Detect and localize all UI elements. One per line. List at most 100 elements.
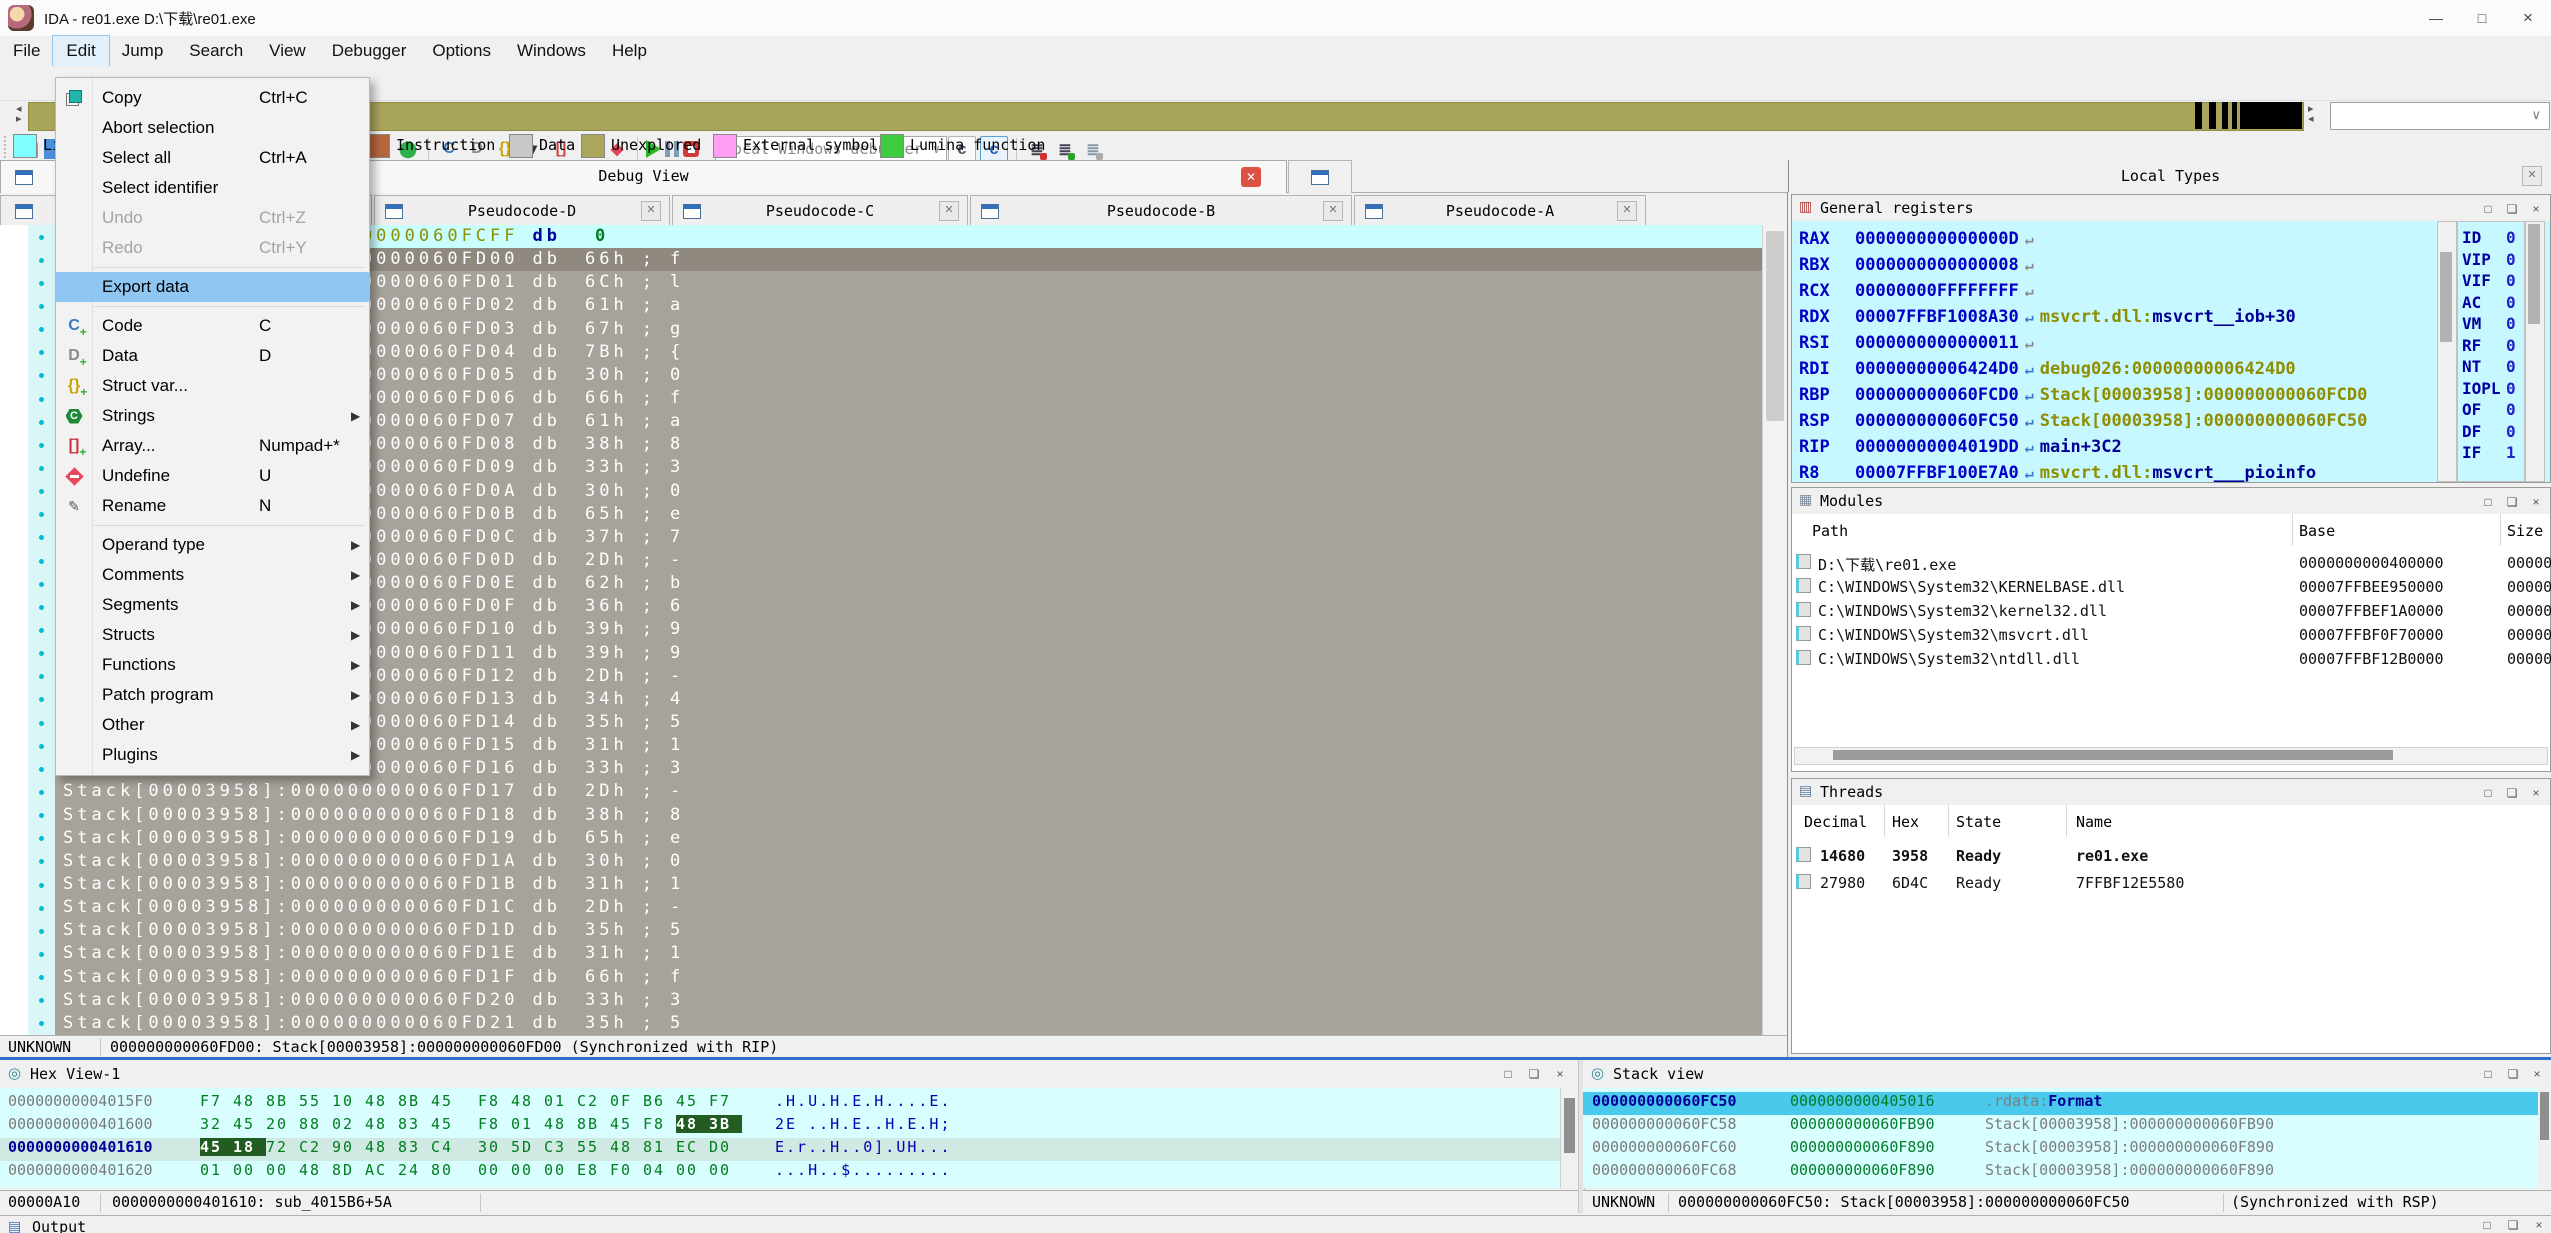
menu-item-comments[interactable]: Comments▶ bbox=[56, 560, 369, 590]
menu-item-undefine[interactable]: UndefineU bbox=[56, 461, 369, 491]
maximize-button[interactable]: □ bbox=[2459, 0, 2505, 36]
float-panel-icon[interactable]: ❏ bbox=[1524, 1065, 1544, 1083]
menu-item-patch-program[interactable]: Patch program▶ bbox=[56, 680, 369, 710]
listing-row[interactable]: Stack[00003958]:000000000060FD1Edb31h;1 bbox=[55, 942, 1762, 965]
maximize-panel-icon[interactable]: □ bbox=[2477, 1216, 2497, 1233]
threads-col-decimal[interactable]: Decimal bbox=[1804, 813, 1867, 831]
flag-row[interactable]: DF0 bbox=[2462, 422, 2481, 441]
float-panel-icon[interactable]: ❏ bbox=[2502, 784, 2522, 802]
maximize-panel-icon[interactable]: □ bbox=[2478, 200, 2498, 218]
hex-view-header[interactable]: ◎ Hex View-1 □ ❏ × bbox=[0, 1060, 1578, 1089]
close-panel-icon[interactable]: × bbox=[1550, 1065, 1570, 1083]
navband-left-arrow-icon[interactable]: ◂▸ bbox=[16, 104, 22, 124]
flag-row[interactable]: AC0 bbox=[2462, 293, 2481, 312]
stack-row[interactable]: 000000000060FC60000000000060F890Stack[00… bbox=[1583, 1138, 2538, 1161]
stack-dump[interactable]: 000000000060FC500000000000405016.rdata:F… bbox=[1583, 1088, 2538, 1188]
threads-header[interactable]: ▤ Threads □ ❏ × bbox=[1792, 779, 2550, 806]
close-icon[interactable]: ✕ bbox=[2522, 166, 2542, 186]
menu-item-rename[interactable]: ✎RenameN bbox=[56, 491, 369, 521]
flag-row[interactable]: ID0 bbox=[2462, 228, 2481, 247]
output-bar[interactable]: ▤ Output □ ❏ × bbox=[0, 1215, 2551, 1233]
listing-row[interactable]: Stack[00003958]:000000000060FD1Ddb35h;5 bbox=[55, 919, 1762, 942]
jump-arrow-icon[interactable]: ↵ bbox=[2025, 438, 2034, 456]
menu-item-segments[interactable]: Segments▶ bbox=[56, 590, 369, 620]
menu-file[interactable]: File bbox=[0, 36, 53, 66]
listing-row[interactable]: Stack[00003958]:000000000060FD17db2Dh;- bbox=[55, 780, 1762, 803]
menu-item-plugins[interactable]: Plugins▶ bbox=[56, 740, 369, 770]
jump-arrow-icon[interactable]: ↵ bbox=[2025, 360, 2034, 378]
jump-arrow-icon[interactable]: ↵ bbox=[2025, 386, 2034, 404]
hex-dump[interactable]: 00000000004015F0F7488B5510488B45F84801C2… bbox=[0, 1088, 1560, 1188]
menu-item-abort-selection[interactable]: Abort selection bbox=[56, 113, 369, 143]
menu-item-data[interactable]: DDataD bbox=[56, 341, 369, 371]
register-row[interactable]: RBP000000000060FCD0↵Stack[00003958]:0000… bbox=[1799, 385, 2367, 405]
close-tab-icon[interactable]: ✕ bbox=[641, 201, 661, 221]
flag-row[interactable]: RF0 bbox=[2462, 336, 2481, 355]
float-panel-icon[interactable]: ❏ bbox=[2503, 1065, 2523, 1083]
menu-item-struct-var[interactable]: {}Struct var... bbox=[56, 371, 369, 401]
module-path[interactable]: C:\WINDOWS\System32\KERNELBASE.dll bbox=[1818, 578, 2125, 596]
jump-arrow-icon[interactable]: ↵ bbox=[2025, 308, 2034, 326]
menu-options[interactable]: Options bbox=[419, 36, 504, 66]
stack-row[interactable]: 000000000060FC58000000000060FB90Stack[00… bbox=[1583, 1115, 2538, 1138]
local-types-header[interactable]: Local Types ✕ bbox=[1788, 160, 2551, 192]
tab-pseudocode-c[interactable]: Pseudocode-C✕ bbox=[672, 195, 968, 226]
register-row[interactable]: R800007FFBF100E7A0↵msvcrt.dll:msvcrt___p… bbox=[1799, 463, 2316, 483]
register-row[interactable]: RIP00000000004019DD↵main+3C2 bbox=[1799, 437, 2122, 457]
close-panel-icon[interactable]: × bbox=[2526, 200, 2546, 218]
menu-item-other[interactable]: Other▶ bbox=[56, 710, 369, 740]
register-row[interactable]: RDI00000000006424D0↵debug026:00000000006… bbox=[1799, 359, 2296, 379]
flag-row[interactable]: OF0 bbox=[2462, 400, 2481, 419]
close-panel-icon[interactable]: × bbox=[2526, 784, 2546, 802]
tab-pseudocode-b[interactable]: Pseudocode-B✕ bbox=[970, 195, 1352, 226]
menu-item-array[interactable]: []Array...Numpad+* bbox=[56, 431, 369, 461]
flag-row[interactable]: VM0 bbox=[2462, 314, 2481, 333]
threads-col-hex[interactable]: Hex bbox=[1892, 813, 1919, 831]
modules-hscrollbar[interactable] bbox=[1794, 747, 2548, 765]
register-row[interactable]: RDX00007FFBF1008A30↵msvcrt.dll:msvcrt__i… bbox=[1799, 307, 2296, 327]
jump-arrow-icon[interactable]: ↵ bbox=[2025, 412, 2034, 430]
threads-col-state[interactable]: State bbox=[1956, 813, 2001, 831]
float-panel-icon[interactable]: ❏ bbox=[2502, 493, 2522, 511]
search-combo[interactable]: ∨ bbox=[2330, 102, 2550, 130]
flag-row[interactable]: IF1 bbox=[2462, 443, 2481, 462]
stack-scrollbar[interactable] bbox=[2538, 1088, 2551, 1188]
close-tab-icon[interactable]: ✕ bbox=[939, 201, 959, 221]
hex-row[interactable]: 00000000004016003245208802488345F801488B… bbox=[0, 1115, 1560, 1138]
module-path[interactable]: C:\WINDOWS\System32\msvcrt.dll bbox=[1818, 626, 2089, 644]
navband-right-arrow-icon[interactable]: ▸◂ bbox=[2308, 104, 2314, 124]
menu-item-redo[interactable]: RedoCtrl+Y bbox=[56, 233, 369, 263]
close-button[interactable]: × bbox=[2505, 0, 2551, 36]
listing-row[interactable]: Stack[00003958]:000000000060FD19db65h;e bbox=[55, 827, 1762, 850]
maximize-panel-icon[interactable]: □ bbox=[2478, 493, 2498, 511]
stack-row[interactable]: 000000000060FC68000000000060F890Stack[00… bbox=[1583, 1161, 2538, 1184]
thread-decimal[interactable]: 14680 bbox=[1820, 847, 1865, 865]
listing-row[interactable]: Stack[00003958]:000000000060FD1Fdb66h;f bbox=[55, 966, 1762, 989]
close-tab-icon[interactable]: ✕ bbox=[1323, 201, 1343, 221]
modules-col-base[interactable]: Base bbox=[2299, 522, 2335, 540]
float-panel-icon[interactable]: ❏ bbox=[2503, 1216, 2523, 1233]
menu-jump[interactable]: Jump bbox=[109, 36, 177, 66]
listing-row[interactable]: Stack[00003958]:000000000060FD1Adb30h;0 bbox=[55, 850, 1762, 873]
menu-item-undo[interactable]: UndoCtrl+Z bbox=[56, 203, 369, 233]
minimize-button[interactable]: — bbox=[2413, 0, 2459, 36]
registers-scrollbar[interactable] bbox=[2437, 221, 2457, 482]
menu-edit[interactable]: Edit bbox=[53, 36, 108, 66]
close-tab-icon[interactable]: ✕ bbox=[1617, 201, 1637, 221]
modules-header[interactable]: ▦ Modules □ ❏ × bbox=[1792, 488, 2550, 515]
threads-col-name[interactable]: Name bbox=[2076, 813, 2112, 831]
menu-search[interactable]: Search bbox=[176, 36, 256, 66]
hex-row[interactable]: 00000000004015F0F7488B5510488B45F84801C2… bbox=[0, 1092, 1560, 1115]
modules-col-path[interactable]: Path bbox=[1812, 522, 1848, 540]
stack-row[interactable]: 000000000060FC500000000000405016.rdata:F… bbox=[1583, 1092, 2538, 1115]
register-row[interactable]: RSI0000000000000011↵ bbox=[1799, 333, 2040, 353]
hex-scrollbar[interactable] bbox=[1560, 1088, 1579, 1188]
module-path[interactable]: D:\下载\re01.exe bbox=[1818, 554, 1956, 575]
close-panel-icon[interactable]: × bbox=[2526, 493, 2546, 511]
flags-scrollbar[interactable] bbox=[2525, 221, 2545, 482]
tab-pseudocode-d[interactable]: Pseudocode-D✕ bbox=[374, 195, 670, 226]
menu-item-code[interactable]: CCodeC bbox=[56, 311, 369, 341]
menu-view[interactable]: View bbox=[256, 36, 319, 66]
float-panel-icon[interactable]: ❏ bbox=[2502, 200, 2522, 218]
menu-item-functions[interactable]: Functions▶ bbox=[56, 650, 369, 680]
